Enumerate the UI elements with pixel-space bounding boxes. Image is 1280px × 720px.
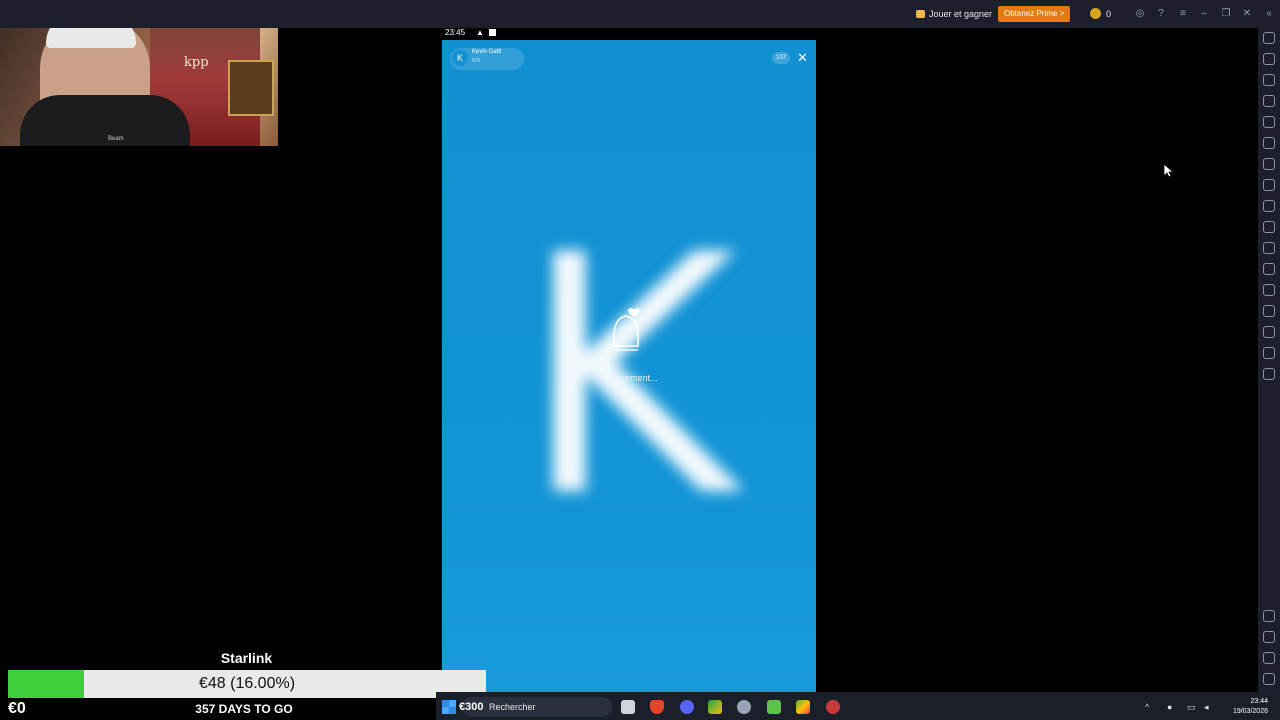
streamer-points: 970 [472, 58, 481, 64]
help-icon[interactable]: ? [1155, 8, 1167, 20]
rotate-icon[interactable] [1263, 368, 1275, 380]
windows-start-icon[interactable] [442, 700, 456, 714]
macro-icon[interactable] [1263, 179, 1275, 191]
recent-apps-icon[interactable] [1263, 673, 1275, 685]
emulator-sidebar [1258, 28, 1280, 692]
donation-goal: €300 [459, 701, 484, 713]
capture-icon[interactable] [1263, 221, 1275, 233]
gallery-icon[interactable] [1263, 242, 1275, 254]
loading-text: Chargement... [600, 373, 658, 383]
screenshot-icon[interactable] [1263, 200, 1275, 212]
discord-icon[interactable] [680, 700, 694, 714]
notification-icon [489, 29, 496, 36]
account-icon[interactable]: ◎ [1134, 8, 1146, 20]
eco-icon[interactable] [1263, 305, 1275, 317]
bluestacks-store-icon[interactable] [767, 700, 781, 714]
microphone-icon[interactable]: ● [1167, 702, 1172, 712]
close-window-icon[interactable]: ✕ [1241, 8, 1253, 20]
back-icon[interactable] [1263, 631, 1275, 643]
brave-icon[interactable] [650, 700, 664, 714]
speaker-icon[interactable]: ◂ [1204, 702, 1209, 712]
sync-icon[interactable] [1263, 137, 1275, 149]
coin-icon [1090, 8, 1101, 19]
media-icon[interactable] [1263, 74, 1275, 86]
close-stream-button[interactable]: ✕ [797, 50, 808, 66]
book-prop [228, 60, 274, 116]
airplane-icon[interactable] [1263, 263, 1275, 275]
taskbar-clock[interactable]: 23:44 19/03/2026 [1228, 697, 1268, 717]
play-and-earn-button[interactable]: Jouer et gagner [916, 0, 992, 28]
viewer-count[interactable]: 107 [772, 52, 790, 64]
search-placeholder: Rechercher [489, 702, 536, 712]
taskbar-date: 19/03/2026 [1232, 708, 1268, 715]
emulator-topbar [0, 0, 1280, 28]
warning-icon: ▲ [476, 28, 484, 37]
collapse-sidebar-icon[interactable]: « [1263, 8, 1275, 20]
bluestacks-icon[interactable] [796, 700, 810, 714]
gamepad-icon[interactable] [1263, 158, 1275, 170]
donation-amount: €48 (16.00%) [198, 675, 296, 692]
settings-app-icon[interactable] [737, 700, 751, 714]
search-input[interactable] [462, 697, 612, 717]
volume-icon[interactable] [1263, 53, 1275, 65]
layers-icon[interactable] [1263, 347, 1275, 359]
taskbar-time: 23:44 [1250, 698, 1268, 705]
keyboard-icon[interactable] [1263, 95, 1275, 107]
poster-text: kpp [184, 55, 209, 70]
coins-counter[interactable]: 0 [1090, 0, 1111, 28]
streamer-name: Kevin Gatti [472, 49, 502, 55]
fullscreen-icon[interactable] [1263, 32, 1275, 44]
mouse-cursor-icon [1163, 163, 1173, 178]
phone-time: 23:45 [445, 28, 466, 37]
donation-start: €0 [8, 700, 26, 717]
coins-value: 0 [1106, 9, 1112, 19]
donation-goal-title: Starlink [220, 650, 273, 666]
obs-icon[interactable] [826, 700, 840, 714]
tray-chevron-icon[interactable]: ^ [1145, 702, 1149, 712]
instances-icon[interactable] [1263, 284, 1275, 296]
get-premium-button[interactable]: Obtenez Prime > [998, 6, 1071, 22]
home-icon[interactable] [1263, 652, 1275, 664]
play-and-earn-label: Jouer et gagner [929, 9, 993, 19]
avatar[interactable]: K [452, 50, 468, 66]
play-store-icon[interactable] [708, 700, 722, 714]
phone-status-bar [442, 28, 816, 40]
restore-icon[interactable]: ❐ [1220, 8, 1232, 20]
shirt-text: Beam [108, 136, 124, 142]
minimize-icon[interactable]: – [1198, 8, 1210, 20]
settings-icon[interactable] [1263, 610, 1275, 622]
network-icon[interactable]: ▭ [1187, 702, 1196, 712]
streamer-shirt [20, 95, 190, 146]
record-icon[interactable] [1263, 116, 1275, 128]
location-icon[interactable] [1263, 326, 1275, 338]
menu-icon[interactable]: ≡ [1177, 8, 1189, 20]
live-stream-screen: K K Kevin Gatti 970 107 ✕ Chargement... [442, 40, 816, 692]
donation-days-left: 357 DAYS TO GO [195, 702, 293, 716]
task-view-icon[interactable] [621, 700, 635, 714]
mascot-icon [612, 308, 640, 351]
gift-icon [916, 10, 925, 18]
